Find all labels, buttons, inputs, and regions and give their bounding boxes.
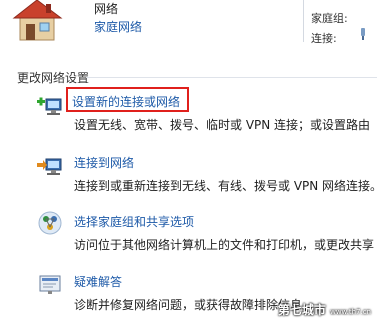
watermark-main: 第七城市 [277, 303, 326, 317]
network-name: 网络 [94, 2, 119, 16]
task-desc-homegroup-sharing: 访问位于其他网络计算机上的文件和打印机，或更改共享 [74, 238, 375, 252]
task-desc-new-connection: 设置无线、宽带、拨号、临时或 VPN 连接；或设置路由 [74, 118, 371, 132]
highlight-box [66, 87, 189, 112]
section-divider [86, 77, 377, 78]
task-desc-connect-network: 连接到或重新连接到无线、有线、拨号或 VPN 网络连接。 [74, 179, 377, 193]
watermark: 第七城市 www.th7.cn [278, 301, 371, 318]
network-type-link[interactable]: 家庭网络 [94, 18, 142, 35]
home-network-icon [12, 0, 63, 41]
troubleshoot-icon[interactable] [37, 271, 63, 297]
wireless-signal-icon[interactable] [360, 28, 366, 40]
header-divider [303, 0, 304, 42]
task-title-connect-network[interactable]: 连接到网络 [74, 154, 134, 171]
homegroup-label: 家庭组: [311, 12, 348, 25]
connect-network-icon[interactable] [37, 152, 63, 178]
watermark-sub: www.th7.cn [330, 308, 371, 316]
section-title: 更改网络设置 [17, 71, 90, 85]
homegroup-sharing-icon[interactable] [37, 210, 63, 236]
connection-label: 连接: [311, 32, 337, 45]
task-title-homegroup-sharing[interactable]: 选择家庭组和共享选项 [74, 213, 194, 230]
task-title-troubleshoot[interactable]: 疑难解答 [74, 273, 122, 290]
new-connection-icon[interactable] [37, 92, 63, 118]
